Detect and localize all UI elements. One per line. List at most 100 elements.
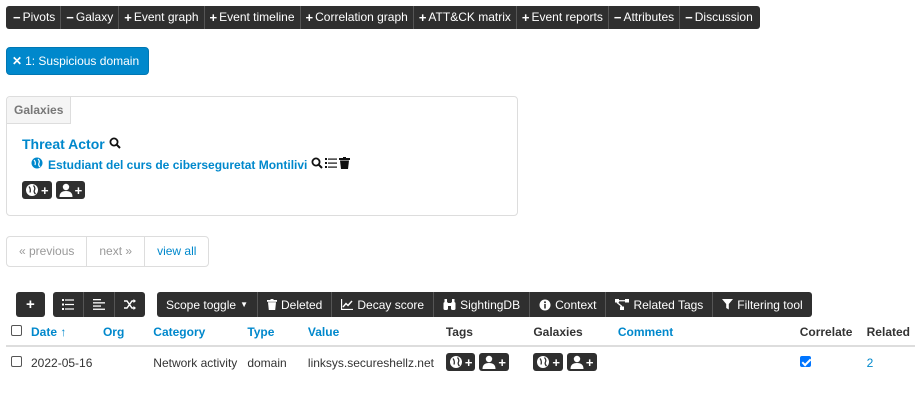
toggle-label: Event timeline: [219, 10, 295, 24]
expand-icon: +: [521, 10, 530, 25]
toggle-event-reports[interactable]: + Event reports: [518, 6, 607, 29]
divider: [515, 6, 517, 29]
expand-icon: +: [124, 10, 132, 25]
cluster-actions: [311, 157, 351, 172]
context-toggle[interactable]: Context: [529, 292, 605, 317]
category-column-header[interactable]: Category: [148, 323, 243, 347]
sightingdb-toggle[interactable]: SightingDB: [433, 292, 529, 317]
add-attribute-button[interactable]: +: [20, 292, 41, 317]
divider: [203, 6, 205, 29]
caret-down-icon: ▼: [240, 300, 248, 309]
divider: [60, 6, 62, 29]
expand-icon: +: [418, 10, 427, 25]
filter-icon: [722, 299, 734, 310]
globe-icon: [449, 356, 462, 368]
galaxies-column-header: Galaxies: [528, 323, 613, 347]
trash-icon: [266, 299, 277, 310]
add-galaxy-button[interactable]: +: [533, 353, 563, 371]
user-icon: [59, 183, 73, 197]
plus-icon: +: [26, 296, 35, 313]
select-all-header: [6, 323, 26, 347]
toggle-label: Event graph: [133, 10, 199, 24]
add-tag-button[interactable]: +: [445, 353, 476, 371]
toggle-event-graph[interactable]: + Event graph: [120, 6, 202, 29]
org-column-header[interactable]: Org: [97, 323, 149, 347]
category-cell: Network activity: [153, 355, 238, 370]
scope-toggle-dropdown[interactable]: Scope toggle ▼: [157, 292, 257, 317]
toggle-attack-matrix[interactable]: + ATT&CK matrix: [415, 6, 515, 29]
expand-icon: +: [305, 10, 314, 25]
collapse-icon: −: [685, 10, 693, 25]
align-left-button[interactable]: [83, 292, 114, 317]
add-galaxy-buttons: + +: [22, 181, 86, 199]
close-icon[interactable]: ✕: [12, 54, 22, 68]
trash-icon[interactable]: [339, 157, 351, 172]
related-column-header: Related: [861, 323, 915, 347]
correlate-cell: [795, 346, 862, 378]
filter-pill-label: 1: Suspicious domain: [25, 54, 140, 68]
info-circle-icon: [539, 299, 551, 310]
type-column-header[interactable]: Type: [242, 323, 303, 347]
shuffle-button[interactable]: [114, 292, 145, 317]
event-filter-pill[interactable]: ✕ 1: Suspicious domain: [6, 47, 150, 75]
toggle-event-timeline[interactable]: + Event timeline: [206, 6, 299, 29]
galaxies-panel: Galaxies Threat Actor Estudiant del curs…: [6, 96, 518, 216]
divider: [299, 6, 301, 29]
comment-column-header[interactable]: Comment: [612, 323, 795, 347]
list-icon[interactable]: [325, 157, 338, 172]
search-icon[interactable]: [311, 157, 324, 172]
user-icon: [570, 355, 584, 369]
toggle-label: Pivots: [22, 10, 56, 24]
related-tags-toggle[interactable]: Related Tags: [605, 292, 712, 317]
add-local-galaxy-button[interactable]: +: [566, 353, 597, 371]
toggle-attributes[interactable]: − Attributes: [610, 6, 678, 29]
related-count-link[interactable]: 2: [867, 356, 874, 370]
globe-icon: [31, 157, 43, 172]
list-view-button[interactable]: [53, 292, 83, 317]
toggle-pivots[interactable]: − Pivots: [9, 6, 59, 29]
related-cell: 2: [862, 346, 915, 378]
search-icon[interactable]: [109, 136, 121, 152]
multi-select-bar: [53, 292, 145, 317]
collapse-icon: −: [613, 10, 622, 25]
deleted-toggle[interactable]: Deleted: [256, 292, 331, 317]
filtering-tool-button[interactable]: Filtering tool: [712, 292, 811, 317]
attribute-filter-bar: Scope toggle ▼ Deleted Decay score Sighti…: [157, 292, 812, 317]
view-toggle-bar: − Pivots − Galaxy + Event graph + Event time…: [6, 6, 760, 29]
add-local-tag-button[interactable]: +: [479, 353, 510, 371]
decay-score-toggle[interactable]: Decay score: [331, 292, 433, 317]
chart-line-icon: [341, 299, 354, 310]
toggle-label: ATT&CK matrix: [428, 10, 511, 24]
toggle-correlation-graph[interactable]: + Correlation graph: [302, 6, 412, 29]
attributes-table: Date ↑ Org Category Type Value Tags Gala…: [6, 323, 915, 378]
date-column-header[interactable]: Date ↑: [26, 323, 98, 347]
divider: [118, 6, 120, 29]
filtering-tool-label: Filtering tool: [737, 297, 803, 312]
context-label: Context: [555, 297, 597, 312]
sightingdb-label: SightingDB: [460, 297, 521, 312]
row-checkbox[interactable]: [11, 355, 22, 367]
view-all-link[interactable]: view all: [145, 237, 208, 266]
next-page-link[interactable]: next »: [87, 237, 146, 266]
toggle-label: Event reports: [531, 10, 603, 24]
correlate-checkbox[interactable]: [799, 355, 811, 367]
divider: [412, 6, 414, 29]
previous-page-link[interactable]: « previous: [7, 237, 88, 266]
divider: [679, 6, 681, 29]
globe-icon: [537, 356, 550, 368]
toggle-label: Discussion: [694, 10, 753, 24]
value-column-header[interactable]: Value: [302, 323, 441, 347]
project-diagram-icon: [615, 299, 630, 310]
decay-score-label: Decay score: [357, 297, 425, 312]
expand-icon: +: [209, 10, 218, 25]
add-galaxy-button[interactable]: +: [22, 181, 52, 199]
toggle-galaxy[interactable]: − Galaxy: [62, 6, 117, 29]
galaxy-cluster-title: Threat Actor: [22, 136, 121, 152]
galaxy-name-link[interactable]: Threat Actor: [22, 136, 105, 152]
value-cell: linksys.secureshellz.net: [307, 355, 434, 370]
table-header-row: Date ↑ Org Category Type Value Tags Gala…: [6, 323, 915, 347]
add-local-galaxy-button[interactable]: +: [55, 181, 86, 199]
galaxy-cluster-link[interactable]: Estudiant del curs de ciberseguretat Mon…: [48, 158, 307, 172]
select-all-checkbox[interactable]: [11, 325, 22, 336]
toggle-discussion[interactable]: − Discussion: [681, 6, 757, 29]
